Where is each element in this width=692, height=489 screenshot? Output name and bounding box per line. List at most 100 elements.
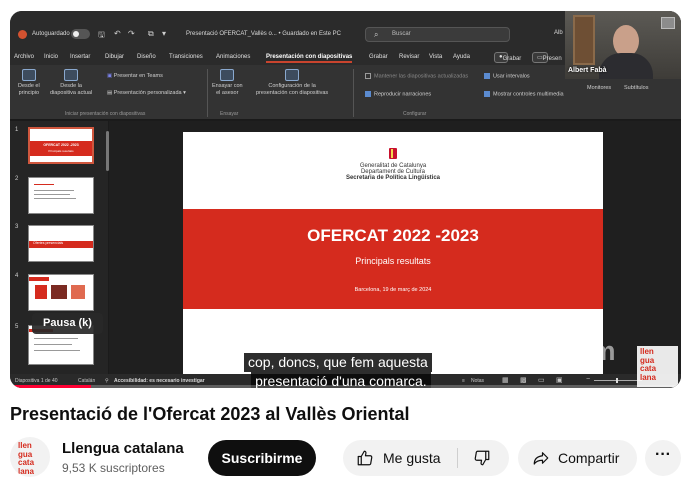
channel-name[interactable]: Llengua catalana [62, 440, 184, 457]
zoom-slider[interactable] [594, 378, 642, 383]
from-current-label-1: Desde la [60, 83, 82, 89]
show-media-controls-label: Mostrar controles multimedia [493, 91, 564, 98]
logo-line: lana [18, 466, 35, 476]
slide-thumbnails-pane: 1 OFERCAT 2022 -2023 Principals resultat… [10, 121, 108, 374]
custom-show-icon: ▤ [107, 90, 113, 96]
from-start-button[interactable]: Desde el principio [18, 69, 40, 97]
group-configure-label: Configurar [403, 111, 427, 117]
tab-presentacion[interactable]: Presentación con diapositivas [266, 54, 353, 63]
dislike-button[interactable] [458, 440, 509, 476]
save-icon[interactable]: 🖫 [98, 29, 105, 43]
pause-tooltip: Pausa (k) [32, 313, 103, 334]
from-start-label-1: Desde el [18, 83, 40, 89]
tab-inicio[interactable]: Inicio [44, 54, 58, 60]
slide-thumbnail-2[interactable] [28, 177, 94, 214]
slide-subtitle: Principals resultats [355, 256, 431, 266]
use-timings-checkbox[interactable]: Usar intervalos [484, 73, 530, 79]
channel-avatar[interactable]: llen gua cata lana [10, 437, 50, 477]
rehearse-button[interactable]: Ensayar con el asesor [212, 69, 243, 97]
tab-archivo[interactable]: Archivo [14, 54, 34, 60]
logo-line: lana [640, 372, 657, 382]
language-indicator[interactable]: Catalán [78, 378, 95, 384]
show-media-controls-checkbox[interactable]: Mostrar controles multimedia [484, 91, 564, 97]
like-button[interactable]: Me gusta [343, 440, 456, 476]
notes-icon: ≡ [462, 378, 465, 384]
tab-dibujar[interactable]: Dibujar [105, 54, 124, 60]
accessibility-icon: ⚲ [105, 378, 109, 384]
webcam-background-frame [661, 17, 675, 29]
rehearse-icon [220, 69, 235, 81]
subscribe-button[interactable]: Suscribirme [208, 440, 316, 476]
play-narrations-checkbox[interactable]: Reproducir narraciones [365, 91, 431, 97]
tab-animaciones[interactable]: Animaciones [216, 54, 250, 60]
thumbnail-subtitle: Principals resultats [48, 149, 74, 153]
undo-icon[interactable]: ↶ [114, 29, 121, 38]
video-progress-bar[interactable] [10, 385, 681, 388]
checkbox-on [484, 91, 490, 97]
subscriber-count: 9,53 K suscriptores [62, 461, 165, 475]
search-placeholder: Buscar [392, 31, 411, 37]
presenter-icon[interactable]: ⧉ [148, 29, 154, 39]
from-current-button[interactable]: Desde la diapositiva actual [50, 69, 92, 97]
checkbox-off [365, 73, 371, 79]
thumbnail-text-line [34, 184, 54, 185]
accessibility-status[interactable]: Accesibilidad: es necesario investigar [114, 378, 205, 384]
record-button[interactable]: ● Grabar [494, 52, 521, 63]
checkbox-on [484, 73, 490, 79]
record-button-label: Grabar [502, 56, 522, 62]
thumbnail-graphic [71, 285, 85, 299]
zoom-out-icon[interactable]: − [586, 376, 590, 383]
tab-transiciones[interactable]: Transiciones [169, 54, 203, 60]
thumbs-up-icon [357, 450, 373, 466]
subtitles-button[interactable]: Subtítulos [624, 85, 648, 92]
redo-icon[interactable]: ↷ [128, 29, 135, 38]
current-slide[interactable]: Generalitat de Catalunya Departament de … [183, 132, 603, 374]
present-in-teams-button[interactable]: ▣ Presentar en Teams [107, 73, 163, 79]
slide-thumbnail-4[interactable] [28, 274, 94, 311]
monitors-button[interactable]: Monitores [587, 85, 611, 92]
slide-sorter-icon[interactable]: ▩ [520, 376, 527, 384]
search-box[interactable]: ⌕ Buscar [365, 27, 510, 42]
from-start-label-2: principio [18, 90, 40, 96]
rehearse-label-1: Ensayar con [212, 83, 243, 89]
tab-grabar[interactable]: Grabar [369, 54, 388, 60]
like-dislike-group: Me gusta [343, 440, 509, 476]
monitors-label: Monitores [587, 85, 612, 91]
group-rehearse-label: Ensayar [220, 111, 239, 117]
normal-view-icon[interactable]: ▦ [502, 376, 509, 384]
thumbnail-graphic [51, 285, 67, 299]
reading-view-icon[interactable]: ▭ [538, 376, 545, 384]
share-arrow-icon [533, 452, 549, 465]
thumbnail-red-band [29, 277, 49, 281]
thumbnail-number: 1 [15, 127, 19, 133]
video-player[interactable]: Autoguardado 🖫 ↶ ↷ ⧉ ▾ Presentació OFERC… [10, 11, 681, 388]
tab-ayuda[interactable]: Ayuda [453, 54, 470, 60]
setup-show-button[interactable]: Configuración de la presentación con dia… [256, 69, 328, 97]
present-button[interactable]: ▭ Presen [532, 52, 562, 63]
video-captions: cop, doncs, que fem aquesta presentació … [244, 353, 432, 388]
thumbnail-number: 3 [15, 224, 19, 230]
setup-show-icon [285, 69, 300, 81]
thumbnail-title: Ofertes presencials [33, 241, 64, 245]
custom-show-button[interactable]: ▤ Presentación personalizada ▾ [107, 90, 186, 96]
more-actions-button[interactable]: ··· [645, 440, 681, 476]
slide-thumbnail-3[interactable]: Ofertes presencials [28, 225, 94, 262]
tab-diseno[interactable]: Diseño [137, 54, 156, 60]
slide-thumbnail-1[interactable]: OFERCAT 2022 -2023 Principals resultats [28, 127, 94, 164]
customize-toolbar-icon[interactable]: ▾ [162, 29, 166, 38]
share-button[interactable]: Compartir [518, 440, 637, 476]
autosave-toggle[interactable] [71, 29, 90, 39]
checkbox-on [365, 91, 371, 97]
notes-button[interactable]: Notas [471, 378, 484, 384]
group-start-label: Iniciar presentación con diapositivas [65, 111, 146, 117]
tab-revisar[interactable]: Revisar [399, 54, 419, 60]
tab-vista[interactable]: Vista [429, 54, 442, 60]
user-account-name[interactable]: Alb [554, 30, 563, 36]
setup-label-2: presentación con diapositivas [256, 90, 329, 96]
thumbnail-number: 2 [15, 176, 19, 182]
slideshow-view-icon[interactable]: ▣ [556, 376, 563, 384]
thumbnail-text-line [34, 194, 70, 195]
keep-updated-checkbox[interactable]: Mantener las diapositivas actualizadas [365, 73, 468, 79]
tab-insertar[interactable]: Insertar [70, 54, 90, 60]
youtube-watch-page: Autoguardado 🖫 ↶ ↷ ⧉ ▾ Presentació OFERC… [0, 0, 692, 489]
